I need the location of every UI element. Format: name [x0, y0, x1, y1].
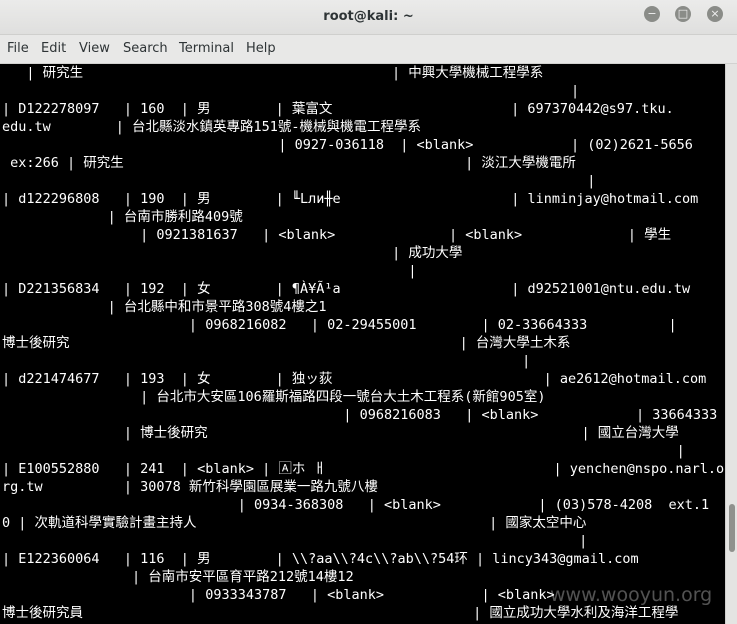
terminal-line: | [2, 533, 588, 549]
terminal-line: | [2, 263, 417, 279]
minimize-button[interactable]: − [644, 6, 660, 22]
terminal-line: | [2, 83, 580, 99]
terminal-line: edu.tw | 台北縣淡水鎮英專路151號-機械與機電工程學系 [2, 119, 422, 135]
menu-terminal[interactable]: Terminal [179, 41, 234, 56]
terminal-line: 0 | 次軌道科學實驗計畫主持人 | 國家太空中心 [2, 515, 587, 531]
terminal-line: | 台南市安平區育平路212號14樓12 [2, 569, 354, 585]
menu-search[interactable]: Search [123, 41, 168, 56]
terminal-line: | 0934-368308 | <blank> | (03)578-4208 e… [2, 497, 710, 513]
terminal-line: | 0968216082 | 02-29455001 | 02-33664333… [2, 317, 677, 333]
terminal-line: | [2, 353, 531, 369]
title-bar: root@kali: ~ − □ × [0, 0, 737, 35]
terminal-line: | 0933343787 | <blank> | <blank> [2, 587, 555, 603]
terminal-line: | D221356834 | 192 | 女 | ¶À¥Ã¹a | d92521… [2, 281, 691, 297]
terminal-line: ex:266 | 研究生 | 淡江大學機電所 [2, 155, 576, 171]
maximize-button[interactable]: □ [675, 6, 691, 22]
close-button[interactable]: × [707, 6, 723, 22]
menu-file[interactable]: File [7, 41, 29, 56]
window-title: root@kali: ~ [323, 9, 414, 24]
terminal-line: | 成功大學 [2, 245, 463, 261]
terminal-line: | [2, 173, 596, 189]
terminal-line: | 博士後研究 | 國立台灣大學 [2, 425, 679, 441]
terminal-line: 博士後研究 | 台灣大學土木系 [2, 335, 571, 351]
menu-edit[interactable]: Edit [41, 41, 66, 56]
watermark: www.wooyun.org [550, 584, 713, 606]
terminal-line: | 台北市大安區106羅斯福路四段一號台大土木工程系(新館905室) [2, 389, 546, 405]
menu-help[interactable]: Help [246, 41, 276, 56]
scrollbar-thumb[interactable] [729, 504, 735, 552]
terminal-line: | 0921381637 | <blank> | <blank> | 學生 [2, 227, 672, 243]
terminal-line: | [2, 443, 685, 459]
terminal-line: | 台北縣中和市景平路308號4樓之1 [2, 299, 327, 315]
terminal-line: | d122296808 | 190 | 男 | ╙Lли╫e | linmin… [2, 191, 699, 207]
terminal-line: | 0927-036118 | <blank> | (02)2621-5656 [2, 137, 693, 153]
terminal-line: | d221474677 | 193 | 女 | 独ッ荻 | ae2612@ho… [2, 371, 707, 387]
terminal-line: | E100552880 | 241 | <blank> | 🄰ホ ㅐ | ye… [2, 461, 725, 477]
menu-view[interactable]: View [79, 41, 110, 56]
terminal-output[interactable]: | 研究生 | 中興大學機械工程學系 | | D122278097 | 160 … [0, 64, 725, 624]
terminal-line: | D122278097 | 160 | 男 | 葉富文 | 697370442… [2, 101, 674, 117]
vertical-scrollbar[interactable] [725, 64, 737, 624]
terminal-line: rg.tw | 30078 新竹科學園區展業一路九號八樓 [2, 479, 378, 495]
menu-bar: File Edit View Search Terminal Help [0, 35, 737, 64]
terminal-line: | 研究生 | 中興大學機械工程學系 [2, 65, 544, 81]
terminal-line: | 台南市勝利路409號 [2, 209, 243, 225]
terminal-line: | E122360064 | 116 | 男 | \\?aa\\?4c\\?ab… [2, 551, 639, 567]
terminal-line: | 0968216083 | <blank> | 33664333 [2, 407, 718, 423]
terminal-line: 博士後研究員 | 國立成功大學水利及海洋工程學 [2, 605, 679, 621]
